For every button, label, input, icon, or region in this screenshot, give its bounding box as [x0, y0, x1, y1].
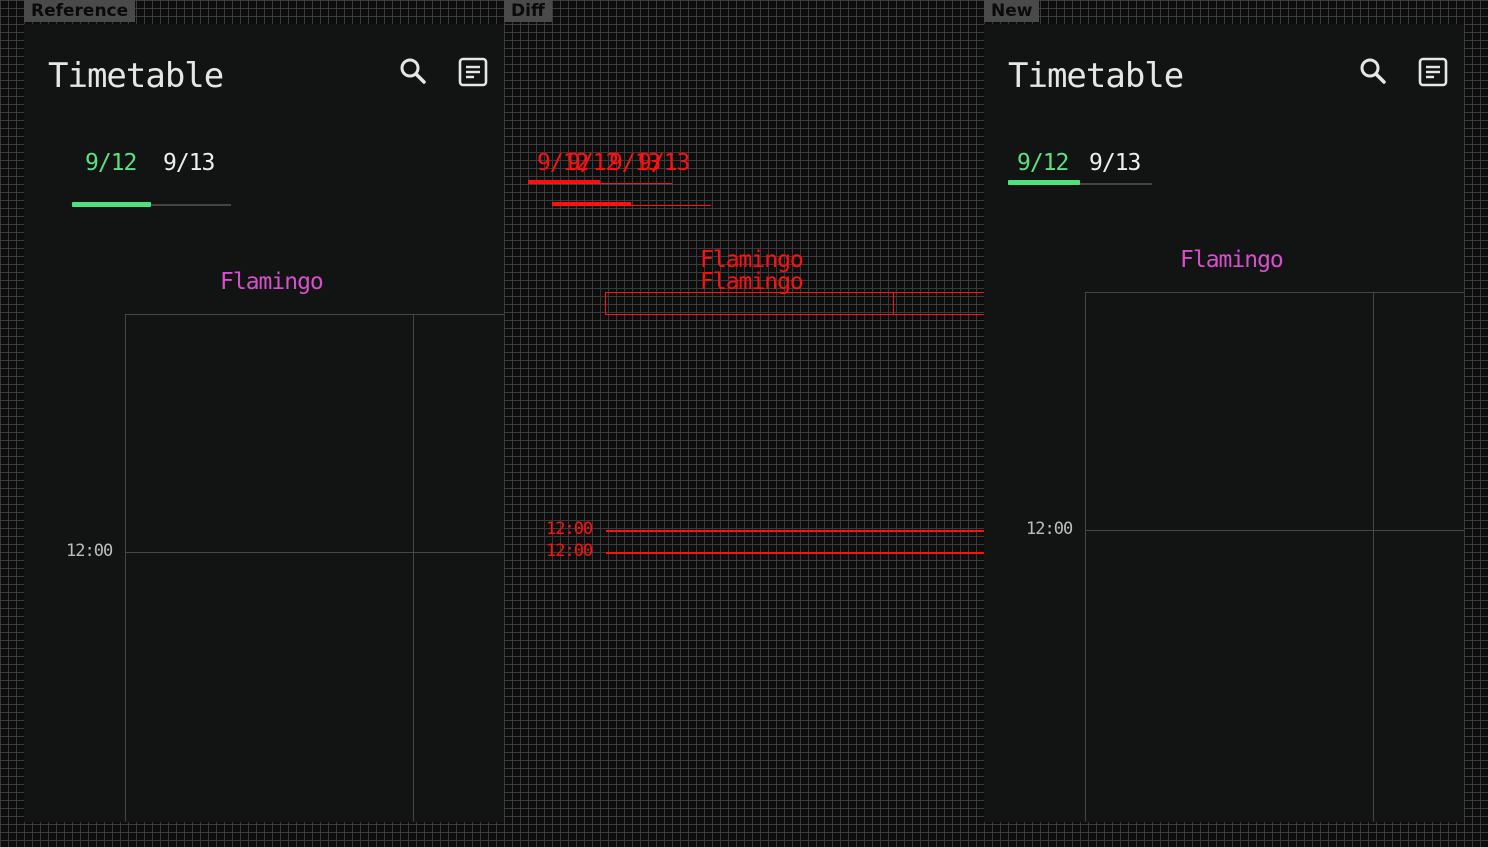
notes-button[interactable]: [1415, 54, 1451, 90]
time-label: 12:00: [1026, 519, 1073, 539]
tab-day-2[interactable]: 9/13: [1089, 148, 1141, 178]
diff-time-new: 12:00: [546, 519, 593, 539]
diff-column-box-1: [605, 292, 894, 315]
reference-screen: Timetable 9/12 9/13 Flamingo 12:00: [24, 24, 504, 822]
new-label: New: [984, 0, 1040, 22]
diff-tab-day-2-ref: 9/13: [638, 150, 690, 176]
search-button[interactable]: [395, 54, 431, 90]
search-icon: [1360, 58, 1386, 84]
grid-top-line: [1086, 292, 1464, 293]
tab-indicator: [1008, 180, 1080, 185]
diff-hour-line-new: [606, 530, 984, 532]
app-title: Timetable: [48, 56, 224, 96]
diff-label: Diff: [504, 0, 552, 22]
notes-button[interactable]: [455, 54, 491, 90]
diff-track-new: [600, 183, 672, 184]
diff-time-ref: 12:00: [546, 541, 593, 561]
diff-panel: 9/12 9/12 9/13 9/13 Flamingo Flamingo 12…: [504, 24, 984, 822]
diff-track-ref: [631, 205, 711, 206]
time-label: 12:00: [66, 541, 113, 561]
grid-hour-line: [1086, 530, 1464, 531]
grid-top-line: [126, 314, 504, 315]
tab-day-2[interactable]: 9/13: [163, 148, 215, 178]
new-screen: Timetable 9/12 9/13 Flamingo 12:00: [984, 24, 1464, 822]
room-header: Flamingo: [1180, 247, 1284, 273]
notes-icon: [1418, 57, 1448, 87]
tab-indicator: [72, 202, 151, 207]
grid-column-divider: [413, 314, 414, 822]
search-button[interactable]: [1355, 54, 1391, 90]
search-icon: [400, 58, 426, 84]
diff-hour-line-ref: [606, 552, 984, 554]
diff-column-box-2: [893, 292, 984, 315]
app-title: Timetable: [1008, 56, 1184, 96]
tab-day-1[interactable]: 9/12: [1017, 148, 1069, 178]
grid-column-divider: [1373, 292, 1374, 822]
tab-day-1[interactable]: 9/12: [85, 148, 137, 178]
grid-left-line: [1085, 292, 1086, 822]
grid-hour-line: [126, 552, 504, 553]
reference-label: Reference: [24, 0, 136, 22]
room-header: Flamingo: [220, 269, 324, 295]
diff-indicator-new: [528, 180, 600, 184]
grid-left-line: [125, 314, 126, 822]
diff-indicator-ref: [552, 202, 631, 206]
notes-icon: [458, 57, 488, 87]
